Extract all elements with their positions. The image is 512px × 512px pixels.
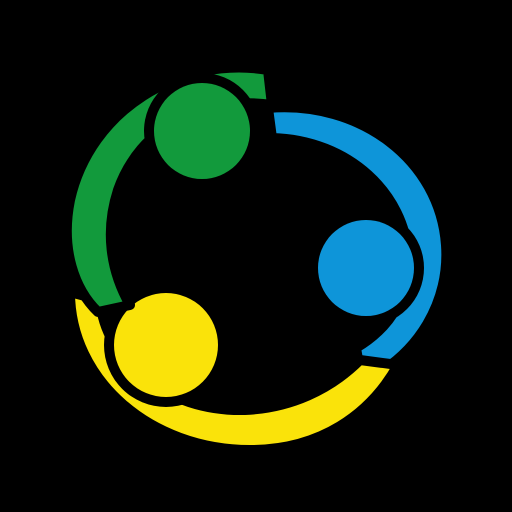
logo-canvas <box>0 0 512 512</box>
green-head-fill <box>154 83 250 179</box>
green-figure <box>61 62 277 317</box>
three-people-circle-logo-icon <box>61 62 452 455</box>
blue-head-fill <box>318 220 414 316</box>
blue-figure <box>263 102 452 387</box>
